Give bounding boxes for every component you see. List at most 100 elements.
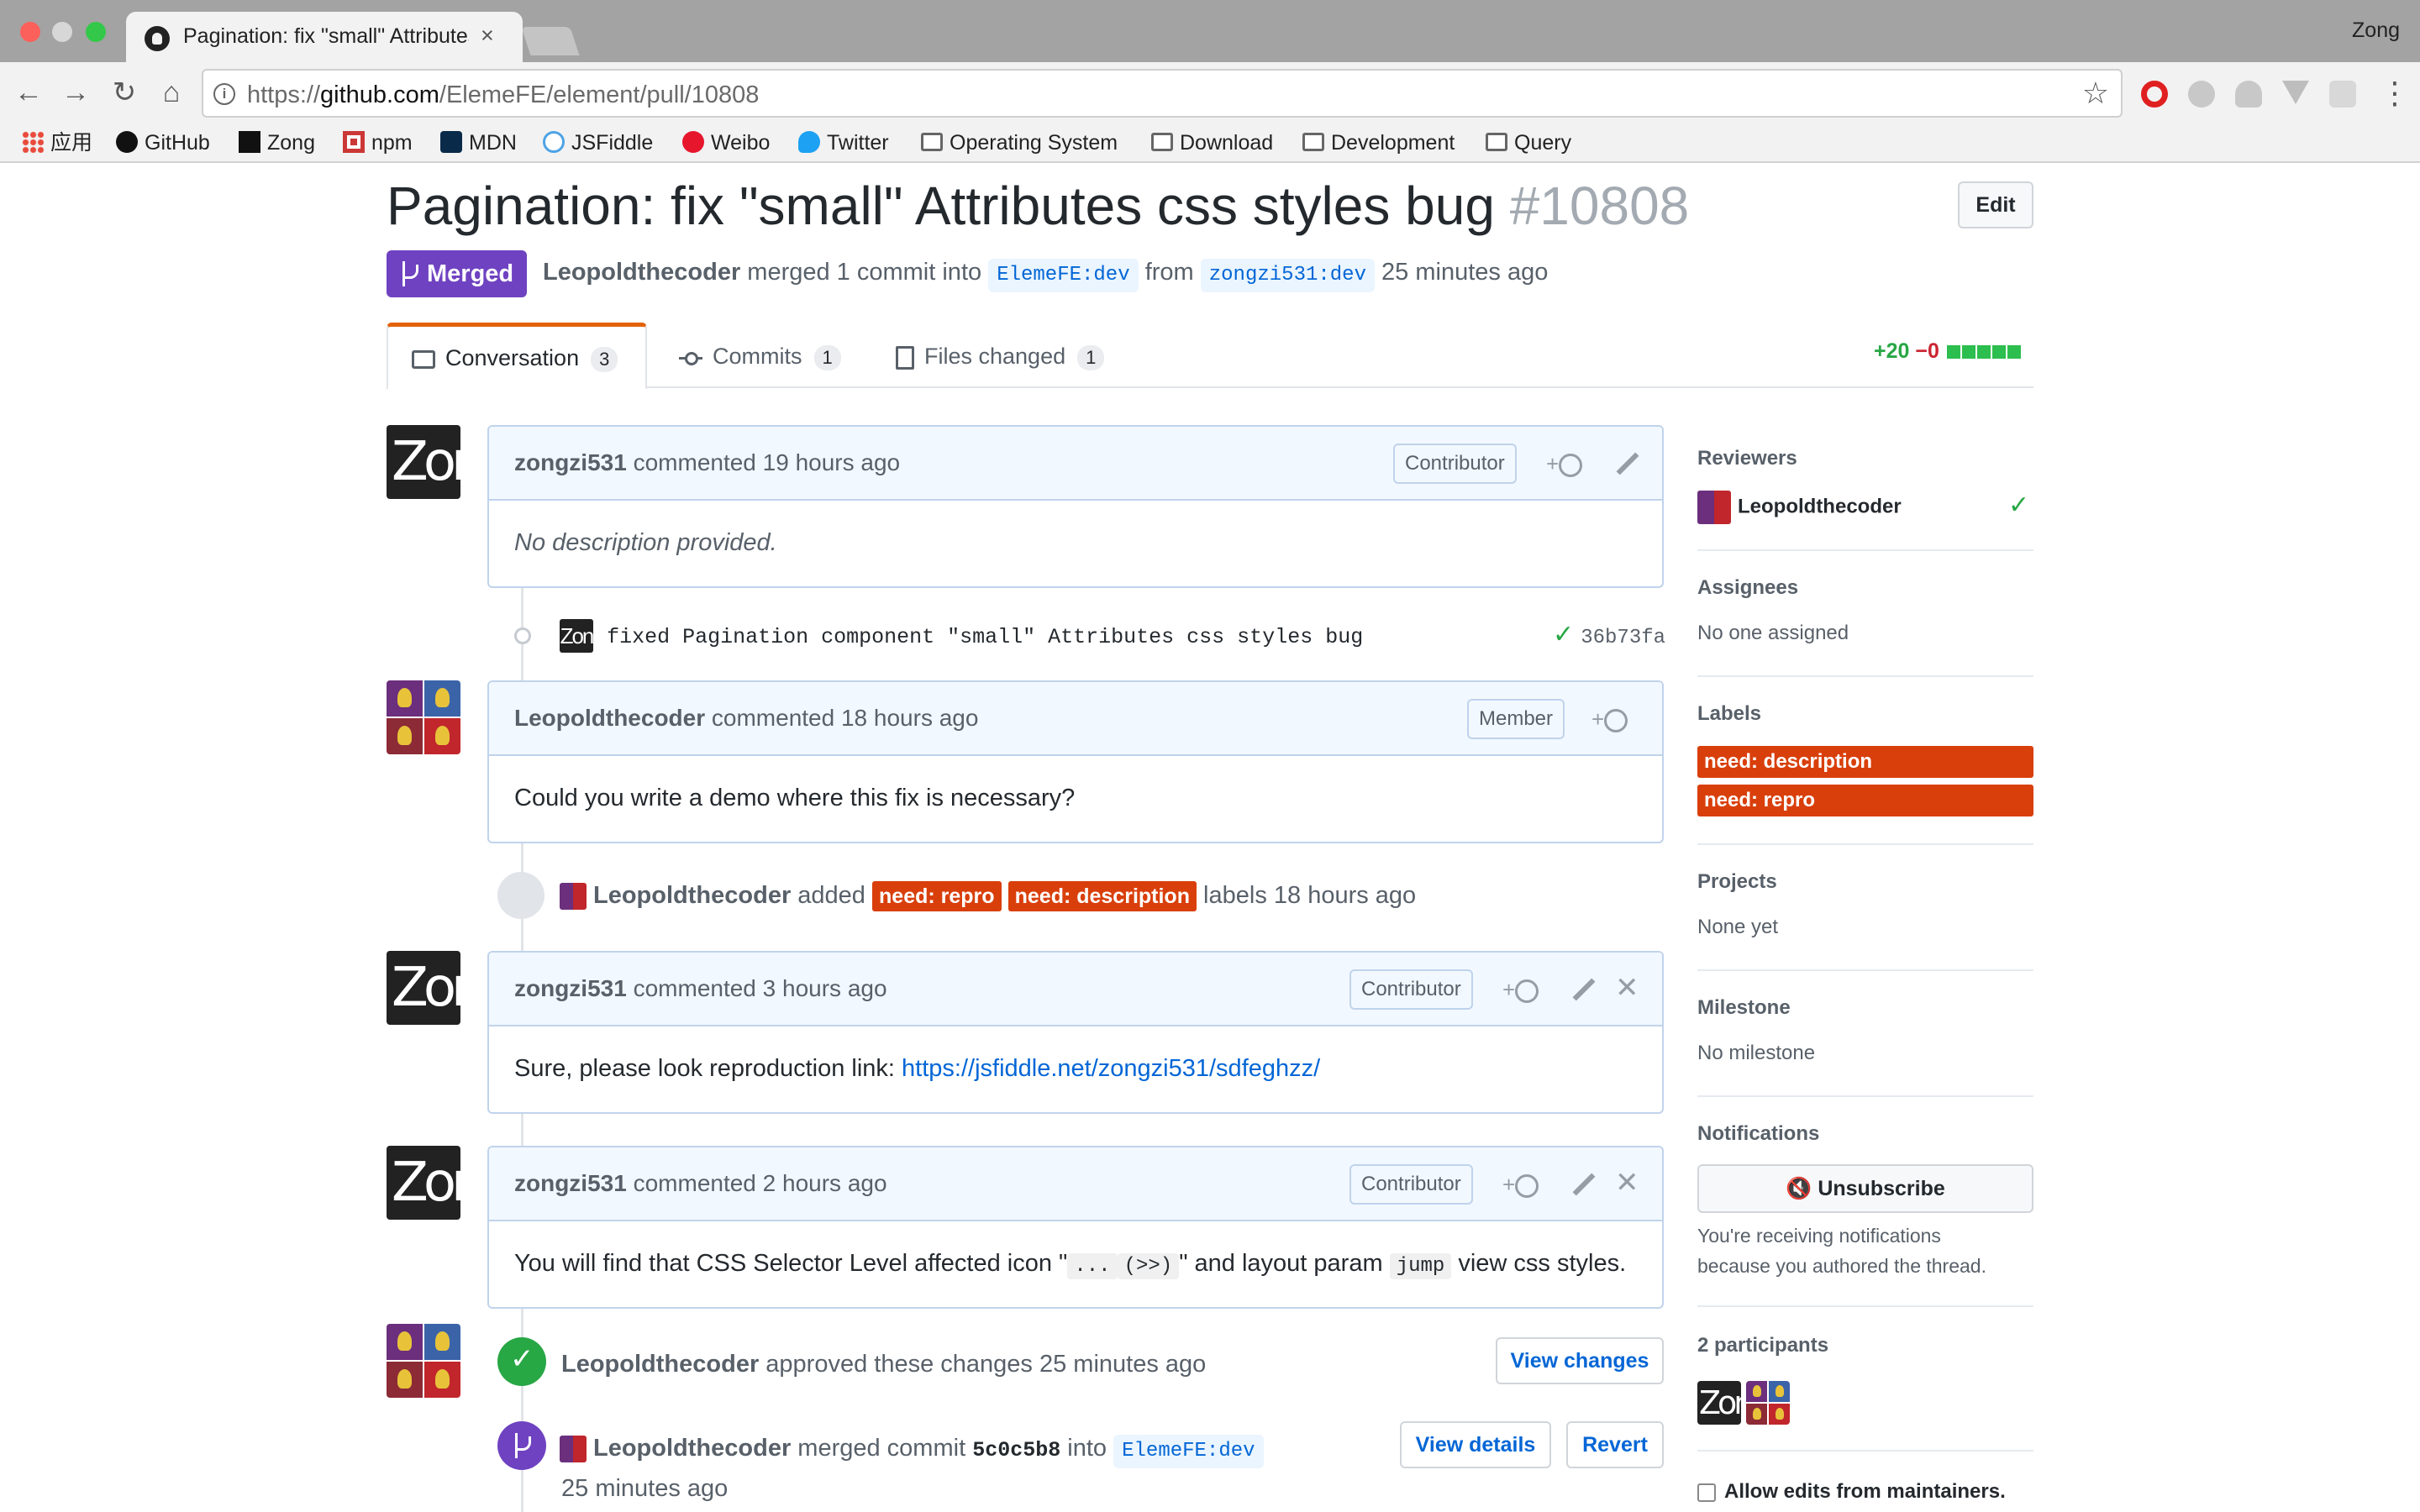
author-association-badge: Contributor [1393, 444, 1517, 484]
pencil-icon[interactable] [1615, 452, 1639, 475]
labels-heading[interactable]: Labels [1697, 702, 1761, 726]
event-author[interactable]: Leopoldthecoder [561, 1351, 759, 1378]
author-association-badge: Member [1467, 699, 1565, 739]
bookmark-npm[interactable]: npm [343, 126, 413, 160]
bookmark-development[interactable]: Development [1302, 126, 1455, 160]
avatar[interactable]: Zon [387, 951, 460, 1025]
comment-author[interactable]: zongzi531 [514, 975, 627, 1001]
edit-title-button[interactable]: Edit [1958, 181, 2033, 228]
comment-author[interactable]: Leopoldthecoder [514, 705, 705, 731]
close-window-button[interactable] [20, 22, 40, 42]
commit-sha[interactable]: 36b73fa [1581, 627, 1665, 649]
bookmark-twitter[interactable]: Twitter [798, 126, 889, 160]
merge-commit-sha[interactable]: 5c0c5b8 [972, 1438, 1060, 1462]
bookmark-mdn[interactable]: MDN [440, 126, 517, 160]
projects-heading[interactable]: Projects [1697, 870, 1777, 894]
assignees-heading[interactable]: Assignees [1697, 576, 1798, 600]
add-reaction-button[interactable]: + [1502, 1171, 1539, 1199]
umbrella-extension-icon[interactable] [2235, 81, 2262, 108]
bookmark-download[interactable]: Download [1151, 126, 1273, 160]
add-reaction-button[interactable]: + [1591, 706, 1628, 733]
participant-avatar[interactable]: Zon [1697, 1381, 1741, 1425]
commit-avatar[interactable]: Zon [560, 619, 593, 654]
comment-timestamp[interactable]: commented 3 hours ago [634, 975, 887, 1001]
comment-author[interactable]: zongzi531 [514, 449, 627, 475]
comment-timestamp[interactable]: commented 18 hours ago [712, 705, 979, 731]
forward-button[interactable]: → [59, 76, 92, 109]
unsubscribe-button[interactable]: 🔇 Unsubscribe [1697, 1164, 2033, 1213]
add-reaction-button[interactable]: + [1546, 450, 1583, 478]
reviewer-item[interactable]: Leopoldthecoder [1697, 491, 1902, 524]
pr-author-link[interactable]: Leopoldthecoder [543, 259, 740, 286]
bookmark-apps[interactable]: 应用 [22, 126, 92, 160]
event-author[interactable]: Leopoldthecoder [593, 1435, 791, 1462]
home-button[interactable]: ⌂ [155, 76, 188, 109]
avatar[interactable]: Zon [387, 1146, 460, 1220]
event-avatar[interactable] [560, 883, 587, 911]
minimize-window-button[interactable] [52, 22, 72, 42]
site-info-icon[interactable]: i [213, 83, 235, 105]
maximize-window-button[interactable] [86, 22, 106, 42]
bookmark-jsfiddle[interactable]: JSFiddle [543, 126, 653, 160]
participant-avatar[interactable] [1746, 1381, 1790, 1425]
merge-base-branch[interactable]: ElemeFE:dev [1113, 1435, 1264, 1468]
timeline-merge-event: Leopoldthecoder merged commit 5c0c5b8 in… [560, 1431, 1264, 1468]
avatar[interactable]: Zon [387, 425, 460, 499]
bookmark-star-icon[interactable]: ☆ [2082, 76, 2109, 111]
browser-menu-icon[interactable]: ⋮ [2380, 74, 2410, 113]
tab-commits[interactable]: Commits 1 [679, 323, 841, 388]
add-reaction-button[interactable]: + [1502, 976, 1539, 1004]
pencil-icon[interactable] [1571, 978, 1595, 1001]
comment-timestamp[interactable]: commented 19 hours ago [634, 449, 901, 475]
reload-button[interactable]: ↻ [108, 76, 141, 109]
commit-status: ✓ 36b73fa [1553, 618, 1665, 655]
bookmark-zong[interactable]: Zong [239, 126, 315, 160]
close-icon[interactable]: ✕ [1615, 1166, 1639, 1200]
npm-icon [343, 131, 365, 154]
shield-extension-icon[interactable] [2329, 81, 2356, 108]
sidebar-label-need-repro[interactable]: need: repro [1697, 785, 2033, 816]
tab-conversation[interactable]: Conversation 3 [387, 323, 647, 390]
twitter-icon [798, 131, 820, 154]
sidebar-label-need-description[interactable]: need: description [1697, 746, 2033, 778]
bookmark-query[interactable]: Query [1486, 126, 1571, 160]
allow-edits-checkbox[interactable] [1697, 1483, 1716, 1502]
base-branch[interactable]: ElemeFE:dev [988, 259, 1139, 292]
opera-extension-icon[interactable] [2141, 81, 2168, 108]
back-button[interactable]: ← [12, 76, 45, 109]
head-branch[interactable]: zongzi531:dev [1200, 259, 1375, 292]
event-avatar[interactable] [560, 1436, 587, 1463]
event-author[interactable]: Leopoldthecoder [593, 882, 791, 909]
tab-files-changed[interactable]: Files changed 1 [896, 323, 1105, 388]
avatar[interactable] [387, 680, 460, 754]
reproduction-link[interactable]: https://jsfiddle.net/zongzi531/sdfeghzz/ [902, 1055, 1320, 1082]
bookmark-weibo[interactable]: Weibo [682, 126, 770, 160]
merge-time[interactable]: 25 minutes ago [561, 1472, 728, 1505]
milestone-heading[interactable]: Milestone [1697, 996, 1791, 1020]
bookmarks-bar: 应用 GitHub Zong npm MDN JSFiddle Weibo Tw… [0, 124, 2420, 163]
browser-profile-name[interactable]: Zong [2352, 18, 2400, 43]
avatar[interactable] [387, 1324, 460, 1398]
view-changes-button[interactable]: View changes [1496, 1337, 1664, 1384]
allow-edits-label[interactable]: Allow edits from maintainers. [1724, 1480, 2006, 1504]
browser-tab-active[interactable]: Pagination: fix "small" Attributes css s… [126, 12, 523, 64]
commit-message[interactable]: fixed Pagination component "small" Attri… [607, 625, 1363, 649]
bookmark-operating-system[interactable]: Operating System [921, 126, 1118, 160]
comment-timestamp[interactable]: commented 2 hours ago [634, 1170, 887, 1196]
revert-button[interactable]: Revert [1566, 1421, 1664, 1468]
view-details-button[interactable]: View details [1400, 1421, 1551, 1468]
reviewers-heading[interactable]: Reviewers [1697, 447, 1797, 470]
globe-extension-icon[interactable] [2188, 81, 2215, 108]
tab-close-icon[interactable]: × [481, 23, 494, 49]
close-icon[interactable]: ✕ [1615, 971, 1639, 1005]
timeline-comment: zongzi531 commented 19 hours ago Contrib… [487, 425, 1664, 588]
vue-devtools-extension-icon[interactable] [2282, 81, 2309, 104]
new-tab-button[interactable] [521, 27, 580, 55]
address-bar[interactable]: i https://github.com/ElemeFE/element/pul… [202, 69, 2123, 118]
label-need-description[interactable]: need: description [1007, 881, 1197, 911]
bookmark-github[interactable]: GitHub [116, 126, 210, 160]
comment-author[interactable]: zongzi531 [514, 1170, 627, 1196]
pencil-icon[interactable] [1571, 1173, 1595, 1196]
label-need-repro[interactable]: need: repro [872, 881, 1002, 911]
url-text[interactable]: https://github.com/ElemeFE/element/pull/… [247, 81, 759, 109]
